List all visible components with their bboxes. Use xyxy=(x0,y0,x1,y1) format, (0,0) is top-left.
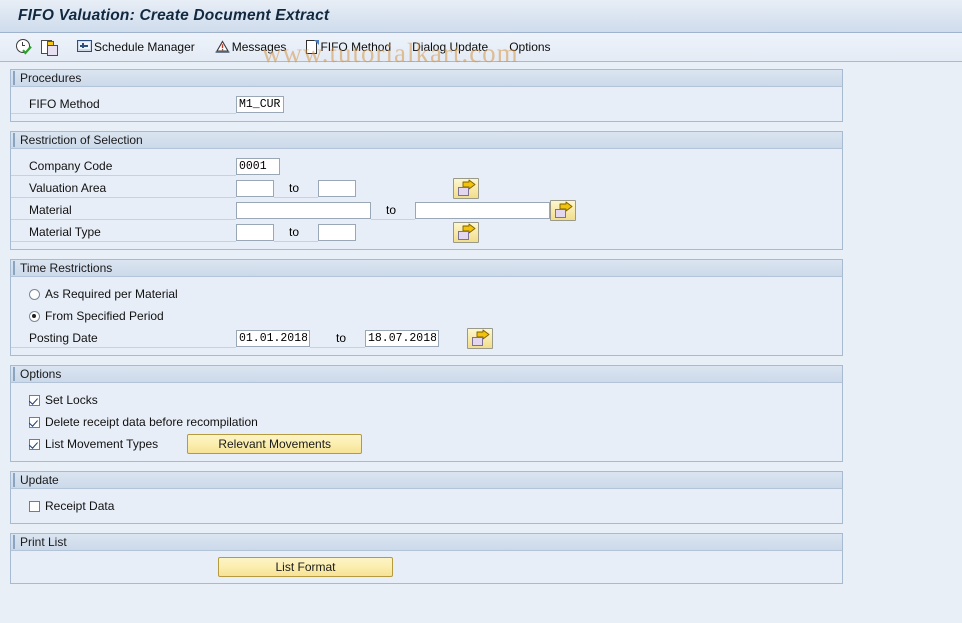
material-type-to-input[interactable] xyxy=(318,223,356,241)
monitor-icon xyxy=(77,40,93,54)
material-to-input[interactable] xyxy=(415,201,550,219)
panel-options-title: Options xyxy=(13,367,61,381)
dialog-update-label: Dialog Update xyxy=(412,40,489,54)
fifo-method-button[interactable]: FIFO Method xyxy=(303,36,394,58)
messages-button[interactable]: Messages xyxy=(212,36,290,58)
posting-date-label: Posting Date xyxy=(11,329,236,348)
panel-print-list-body: List Format xyxy=(11,551,842,583)
clock-check-icon xyxy=(16,39,32,55)
receipt-data-label: Receipt Data xyxy=(45,499,115,513)
panel-procedures: Procedures FIFO Method xyxy=(10,69,843,122)
panel-time-restrictions-title: Time Restrictions xyxy=(13,261,112,275)
row-company-code: Company Code xyxy=(11,155,842,177)
main-content: Procedures FIFO Method Restriction of Se… xyxy=(0,62,962,584)
panel-restriction-body: Company Code Valuation Area to Material xyxy=(11,149,842,249)
checkbox-receipt-data[interactable]: Receipt Data xyxy=(11,495,842,517)
material-label: Material xyxy=(11,201,236,220)
panel-restriction-header: Restriction of Selection xyxy=(10,131,843,149)
posting-date-to-input[interactable] xyxy=(365,329,439,347)
row-material-type: Material Type to xyxy=(11,221,842,243)
panel-options-header: Options xyxy=(10,365,843,383)
company-code-input[interactable] xyxy=(236,157,280,175)
panel-print-list: Print List List Format xyxy=(10,533,843,584)
panel-time-restrictions-header: Time Restrictions xyxy=(10,259,843,277)
material-type-label: Material Type xyxy=(11,223,236,242)
material-from-input[interactable] xyxy=(236,201,371,219)
company-code-label: Company Code xyxy=(11,157,236,176)
copy-document-icon xyxy=(41,39,58,56)
panel-restriction-of-selection: Restriction of Selection Company Code Va… xyxy=(10,131,843,250)
fifo-method-label: FIFO Method xyxy=(320,40,392,54)
window-title-bar: FIFO Valuation: Create Document Extract xyxy=(0,0,962,33)
copy-document-button[interactable] xyxy=(38,36,60,58)
set-locks-label: Set Locks xyxy=(45,393,98,407)
messages-label: Messages xyxy=(231,40,287,54)
panel-options: Options Set Locks Delete receipt data be… xyxy=(10,365,843,462)
schedule-manager-label: Schedule Manager xyxy=(94,40,195,54)
panel-print-list-title: Print List xyxy=(13,535,67,549)
warning-triangle-glyph xyxy=(215,39,230,53)
row-posting-date: Posting Date to xyxy=(11,327,842,349)
options-label: Options xyxy=(509,40,551,54)
radio-button-selected-icon xyxy=(29,310,40,322)
material-type-to-label: to xyxy=(274,223,318,242)
green-check-glyph xyxy=(22,45,32,55)
posting-date-multiple-selection-button[interactable] xyxy=(467,327,493,349)
panel-options-body: Set Locks Delete receipt data before rec… xyxy=(11,383,842,461)
fifo-method-input[interactable] xyxy=(236,95,284,113)
panel-time-restrictions: Time Restrictions As Required per Materi… xyxy=(10,259,843,356)
panel-procedures-header: Procedures xyxy=(10,69,843,87)
material-multiple-selection-button[interactable] xyxy=(550,199,576,221)
material-to-label: to xyxy=(371,201,415,220)
radio-button-icon xyxy=(29,288,40,300)
dialog-update-button[interactable]: Dialog Update xyxy=(408,36,491,58)
panel-update: Update Receipt Data xyxy=(10,471,843,524)
valuation-area-multiple-selection-button[interactable] xyxy=(453,177,479,199)
page-title: FIFO Valuation: Create Document Extract xyxy=(18,7,330,24)
panel-update-body: Receipt Data xyxy=(11,489,842,523)
panel-update-header: Update xyxy=(10,471,843,489)
messages-warning-icon xyxy=(215,39,231,55)
execute-button[interactable] xyxy=(13,36,35,58)
print-list-button-row: List Format xyxy=(11,557,842,577)
row-material: Material to xyxy=(11,199,842,221)
checkbox-checked-icon xyxy=(29,438,40,450)
radio-from-specified-period[interactable]: From Specified Period xyxy=(11,305,842,327)
list-format-button[interactable]: List Format xyxy=(218,557,393,577)
row-fifo-method: FIFO Method xyxy=(11,93,842,115)
document-icon xyxy=(306,39,320,55)
panel-restriction-title: Restriction of Selection xyxy=(13,133,143,147)
radio-as-required-label: As Required per Material xyxy=(45,287,178,301)
list-movement-types-label: List Movement Types xyxy=(45,437,159,451)
relevant-movements-button[interactable]: Relevant Movements xyxy=(187,434,363,454)
valuation-area-from-input[interactable] xyxy=(236,179,274,197)
application-toolbar: Schedule Manager Messages FIFO Method Di… xyxy=(0,33,962,62)
valuation-area-to-label: to xyxy=(274,179,318,198)
panel-procedures-body: FIFO Method xyxy=(11,87,842,121)
checkbox-delete-receipt-data[interactable]: Delete receipt data before recompilation xyxy=(11,411,842,433)
checkbox-checked-icon xyxy=(29,394,40,406)
posting-date-from-input[interactable] xyxy=(236,329,310,347)
fifo-method-field-label: FIFO Method xyxy=(11,95,236,114)
radio-as-required-per-material[interactable]: As Required per Material xyxy=(11,283,842,305)
material-type-from-input[interactable] xyxy=(236,223,274,241)
valuation-area-to-input[interactable] xyxy=(318,179,356,197)
row-list-movement-types: List Movement Types Relevant Movements xyxy=(11,433,842,455)
schedule-manager-button[interactable]: Schedule Manager xyxy=(74,36,198,58)
options-button[interactable]: Options xyxy=(505,36,553,58)
valuation-area-label: Valuation Area xyxy=(11,179,236,198)
panel-update-title: Update xyxy=(13,473,59,487)
checkbox-set-locks[interactable]: Set Locks xyxy=(11,389,842,411)
checkbox-unchecked-icon xyxy=(29,500,40,512)
panel-time-restrictions-body: As Required per Material From Specified … xyxy=(11,277,842,355)
checkbox-checked-icon xyxy=(29,416,40,428)
posting-date-to-label: to xyxy=(310,329,365,348)
row-valuation-area: Valuation Area to xyxy=(11,177,842,199)
material-type-multiple-selection-button[interactable] xyxy=(453,221,479,243)
panel-print-list-header: Print List xyxy=(10,533,843,551)
delete-receipt-data-label: Delete receipt data before recompilation xyxy=(45,415,258,429)
radio-from-period-label: From Specified Period xyxy=(45,309,164,323)
panel-procedures-title: Procedures xyxy=(13,71,81,85)
